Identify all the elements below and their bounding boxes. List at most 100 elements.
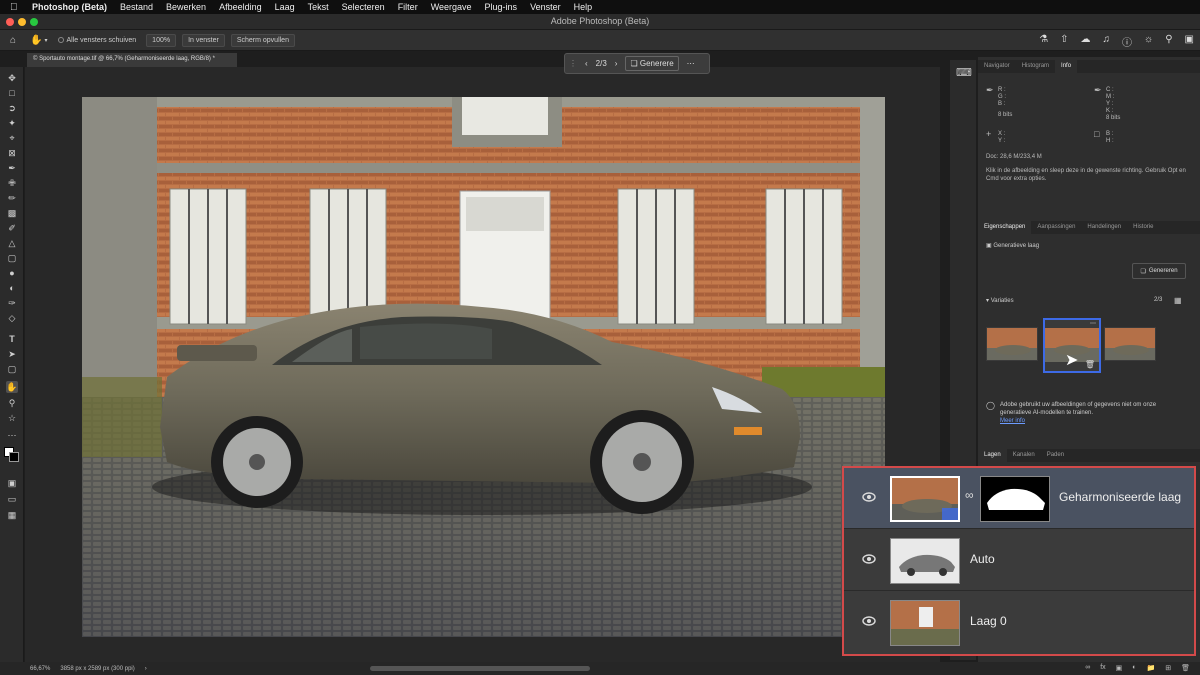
context-generate-button[interactable]: ❏ Generere — [625, 56, 679, 71]
type-tool-icon[interactable]: T — [6, 333, 18, 345]
menu-tekst[interactable]: Tekst — [308, 2, 329, 12]
screen-mode-icon[interactable]: ▭ — [6, 493, 18, 505]
healing-tool-icon[interactable]: ✙ — [6, 177, 18, 189]
hand-tool-icon-active[interactable]: ✋ — [6, 381, 18, 393]
gradient-tool-icon[interactable]: ▢ — [6, 252, 18, 264]
tab-kanalen[interactable]: Kanalen — [1007, 449, 1041, 462]
thumbnail-more-icon[interactable]: ⋯ — [1090, 320, 1096, 327]
comments-icon[interactable]: ⌨ — [956, 66, 972, 79]
frame-tool-icon[interactable]: ⊠ — [6, 147, 18, 159]
document-dimensions[interactable]: 3858 px x 2589 px (300 ppi) — [60, 666, 134, 672]
layer-row-auto[interactable]: Auto — [844, 530, 1194, 591]
tab-aanpassingen[interactable]: Aanpassingen — [1031, 221, 1081, 234]
zoom-100-button[interactable]: 100% — [146, 33, 177, 47]
tab-histogram[interactable]: Histogram — [1016, 60, 1055, 73]
move-tool-icon[interactable]: ✥ — [6, 72, 18, 84]
path-select-icon[interactable]: ➤ — [6, 348, 18, 360]
layer-mask-thumbnail[interactable] — [980, 476, 1050, 522]
new-layer-icon[interactable]: ⊞ — [1165, 664, 1171, 672]
previous-variation-icon[interactable]: ‹ — [585, 59, 588, 68]
share-icon[interactable]: ⇧ — [1060, 34, 1068, 49]
search-icon[interactable]: ⚲ — [1165, 34, 1172, 49]
lasso-tool-icon[interactable]: ➲ — [6, 102, 18, 114]
blur-tool-icon[interactable]: ● — [6, 267, 18, 279]
arrange-icon[interactable]: ▦ — [6, 509, 18, 521]
tab-eigenschappen[interactable]: Eigenschappen — [978, 221, 1032, 234]
layer-row-geharmoniseerde[interactable]: ∞ Geharmoniseerde laag — [844, 468, 1194, 529]
apple-menu-icon[interactable]:  — [10, 2, 20, 13]
scroll-all-windows-checkbox[interactable]: Alle vensters schuiven — [57, 37, 136, 44]
menu-app[interactable]: Photoshop (Beta) — [32, 2, 107, 12]
stamp-tool-icon[interactable]: ▩ — [6, 207, 18, 219]
shape-tool-icon[interactable]: ▢ — [6, 363, 18, 375]
menu-selecteren[interactable]: Selecteren — [342, 2, 385, 12]
menu-filter[interactable]: Filter — [398, 2, 418, 12]
bell-icon[interactable]: ♫ — [1103, 34, 1111, 49]
eraser-tool-icon[interactable]: △ — [6, 237, 18, 249]
hand-tool-icon[interactable]: ✋ — [30, 35, 42, 46]
menu-afbeelding[interactable]: Afbeelding — [219, 2, 262, 12]
link-chain-icon[interactable]: ∞ — [965, 488, 974, 502]
menu-bestand[interactable]: Bestand — [120, 2, 153, 12]
document-tab[interactable]: © Sportauto montage.tif @ 66,7% (Geharmo… — [27, 53, 237, 67]
fit-window-button[interactable]: In venster — [182, 33, 225, 47]
tab-navigator[interactable]: Navigator — [978, 60, 1016, 73]
trash-icon[interactable]: 🗑 — [1085, 360, 1095, 369]
new-group-icon[interactable]: 📁 — [1147, 664, 1156, 672]
flask-icon[interactable]: ⚗ — [1039, 34, 1048, 49]
chevron-right-icon[interactable]: › — [145, 666, 147, 672]
dodge-tool-icon[interactable]: ◐ — [6, 282, 18, 294]
quick-select-tool-icon[interactable]: ✦ — [6, 117, 18, 129]
tab-lagen[interactable]: Lagen — [978, 449, 1007, 462]
tab-paden[interactable]: Paden — [1041, 449, 1070, 462]
eye-icon[interactable] — [862, 616, 876, 626]
tab-historie[interactable]: Historie — [1127, 221, 1159, 234]
properties-generate-button[interactable]: ❏ Genereren — [1132, 263, 1186, 279]
cloud-icon[interactable]: ☁ — [1081, 34, 1091, 49]
help-icon[interactable]: ⓘ — [1122, 34, 1132, 49]
variations-header[interactable]: ▾ Variaties — [986, 297, 1014, 304]
pen-tool-icon[interactable]: ✑ — [6, 297, 18, 309]
crop-tool-icon[interactable]: ⌖ — [6, 132, 18, 144]
fx-icon[interactable]: fx — [1100, 664, 1105, 672]
variation-thumbnail-3[interactable] — [1104, 327, 1156, 361]
marquee-tool-icon[interactable]: □ — [6, 87, 18, 99]
next-variation-icon[interactable]: › — [615, 59, 618, 68]
horizontal-scrollbar[interactable] — [370, 666, 590, 671]
zoom-level[interactable]: 66,67% — [30, 666, 50, 672]
fill-screen-button[interactable]: Scherm opvullen — [230, 33, 295, 47]
more-tools-icon[interactable]: ⋯ — [6, 429, 18, 441]
layer-row-laag0[interactable]: Laag 0 — [844, 592, 1194, 653]
chevron-down-icon[interactable]: ▾ — [45, 37, 48, 44]
pen-anchor-icon[interactable]: ◇ — [6, 312, 18, 324]
background-color-swatch[interactable] — [9, 452, 19, 462]
grid-view-icon[interactable]: ▦ — [1174, 296, 1182, 305]
lightbulb-icon[interactable]: ☼ — [1144, 34, 1153, 49]
document-canvas-image[interactable] — [82, 97, 885, 637]
home-icon[interactable]: ⌂ — [10, 35, 16, 46]
eye-icon[interactable] — [862, 492, 876, 502]
variation-thumbnail-2-selected[interactable]: ⋯ ➤ 🗑 — [1043, 318, 1101, 373]
layer-thumbnail[interactable] — [890, 538, 960, 584]
star-icon[interactable]: ☆ — [6, 412, 18, 424]
tab-info[interactable]: Info — [1055, 60, 1078, 73]
more-options-icon[interactable]: ⋯ — [687, 59, 695, 68]
quick-mask-icon[interactable]: ▣ — [6, 477, 18, 489]
eye-icon[interactable] — [862, 554, 876, 564]
menu-plugins[interactable]: Plug-ins — [485, 2, 518, 12]
menu-bewerken[interactable]: Bewerken — [166, 2, 206, 12]
menu-laag[interactable]: Laag — [275, 2, 295, 12]
layer-thumbnail[interactable] — [890, 476, 960, 522]
menu-help[interactable]: Help — [574, 2, 593, 12]
adjustment-layer-icon[interactable]: ◐ — [1132, 664, 1136, 672]
variation-thumbnail-1[interactable] — [986, 327, 1038, 361]
tab-handelingen[interactable]: Handelingen — [1081, 221, 1127, 234]
history-brush-icon[interactable]: ✐ — [6, 222, 18, 234]
eyedropper-tool-icon[interactable]: ✒ — [6, 162, 18, 174]
zoom-tool-icon[interactable]: ⚲ — [6, 397, 18, 409]
more-info-link[interactable]: Meer info — [1000, 417, 1186, 425]
drag-handle-icon[interactable]: ⋮ — [569, 59, 577, 68]
brush-tool-icon[interactable]: ✏ — [6, 192, 18, 204]
layer-thumbnail[interactable] — [890, 600, 960, 646]
menu-weergave[interactable]: Weergave — [431, 2, 472, 12]
